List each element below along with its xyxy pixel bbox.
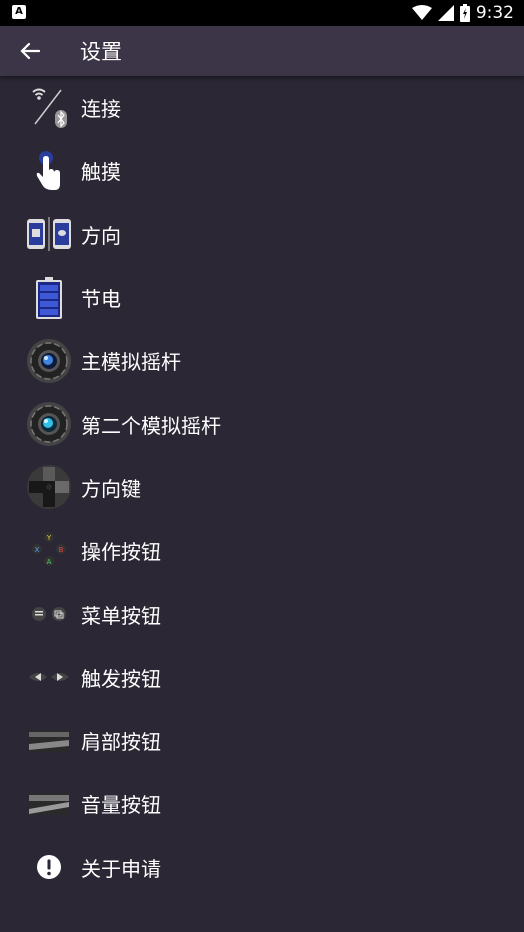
info-icon [25,843,73,891]
touch-icon [25,147,73,195]
settings-item-label: 节电 [81,287,121,312]
dpad-icon [25,463,73,511]
settings-item-menu-buttons[interactable]: 菜单按钮 [0,582,524,645]
settings-item-label: 方向 [81,223,121,248]
settings-item-label: 音量按钮 [81,793,161,818]
back-button[interactable] [0,26,60,76]
settings-item-label: 方向键 [81,476,141,501]
settings-item-about[interactable]: 关于申请 [0,836,524,899]
settings-item-touch[interactable]: 触摸 [0,139,524,202]
settings-item-shoulder-buttons[interactable]: 肩部按钮 [0,709,524,772]
svg-text:Y: Y [46,534,52,542]
settings-item-label: 菜单按钮 [81,603,161,628]
settings-item-analog-stick[interactable]: 主模拟摇杆 [0,329,524,392]
svg-text:B: B [59,546,64,554]
status-bar: A 9:32 [0,0,524,26]
settings-item-connection[interactable]: 连接 [0,76,524,139]
settings-item-label: 触摸 [81,160,121,185]
status-right: 9:32 [411,3,514,23]
settings-item-action-buttons[interactable]: Y X B A 操作按钮 [0,519,524,582]
settings-item-volume-buttons[interactable]: 音量按钮 [0,772,524,835]
menu-buttons-icon [25,590,73,638]
status-time: 9:32 [475,3,514,23]
trigger-buttons-icon [25,653,73,701]
settings-item-label: 第二个模拟摇杆 [81,413,221,438]
battery-saver-icon [25,274,73,322]
settings-item-label: 关于申请 [81,856,161,881]
notification-icon: A [12,5,26,19]
settings-item-label: 肩部按钮 [81,730,161,755]
page-title: 设置 [80,40,122,64]
analog-stick-icon [25,337,73,385]
settings-item-trigger-buttons[interactable]: 触发按钮 [0,646,524,709]
second-analog-stick-icon [25,400,73,448]
settings-item-label: 主模拟摇杆 [81,350,181,375]
wifi-icon [411,5,432,20]
battery-icon [459,4,470,22]
orientation-icon [25,210,73,258]
action-buttons-icon: Y X B A [25,527,73,575]
volume-buttons-icon [25,780,73,828]
settings-item-dpad[interactable]: 方向键 [0,456,524,519]
settings-item-label: 连接 [81,97,121,122]
connection-icon [25,84,73,132]
settings-item-label: 触发按钮 [81,666,161,691]
arrow-left-icon [20,42,40,60]
svg-text:X: X [35,546,40,554]
svg-text:A: A [47,558,52,566]
settings-item-battery-saver[interactable]: 节电 [0,266,524,329]
settings-item-label: 操作按钮 [81,540,161,565]
app-bar: 设置 [0,26,524,76]
settings-list: 连接 触摸 方向 节电 主模拟摇杆 第二个模拟摇杆 方向键 Y X B A 操作… [0,76,524,899]
settings-item-second-analog-stick[interactable]: 第二个模拟摇杆 [0,392,524,455]
signal-icon [437,5,454,21]
shoulder-buttons-icon [25,717,73,765]
settings-item-orientation[interactable]: 方向 [0,203,524,266]
